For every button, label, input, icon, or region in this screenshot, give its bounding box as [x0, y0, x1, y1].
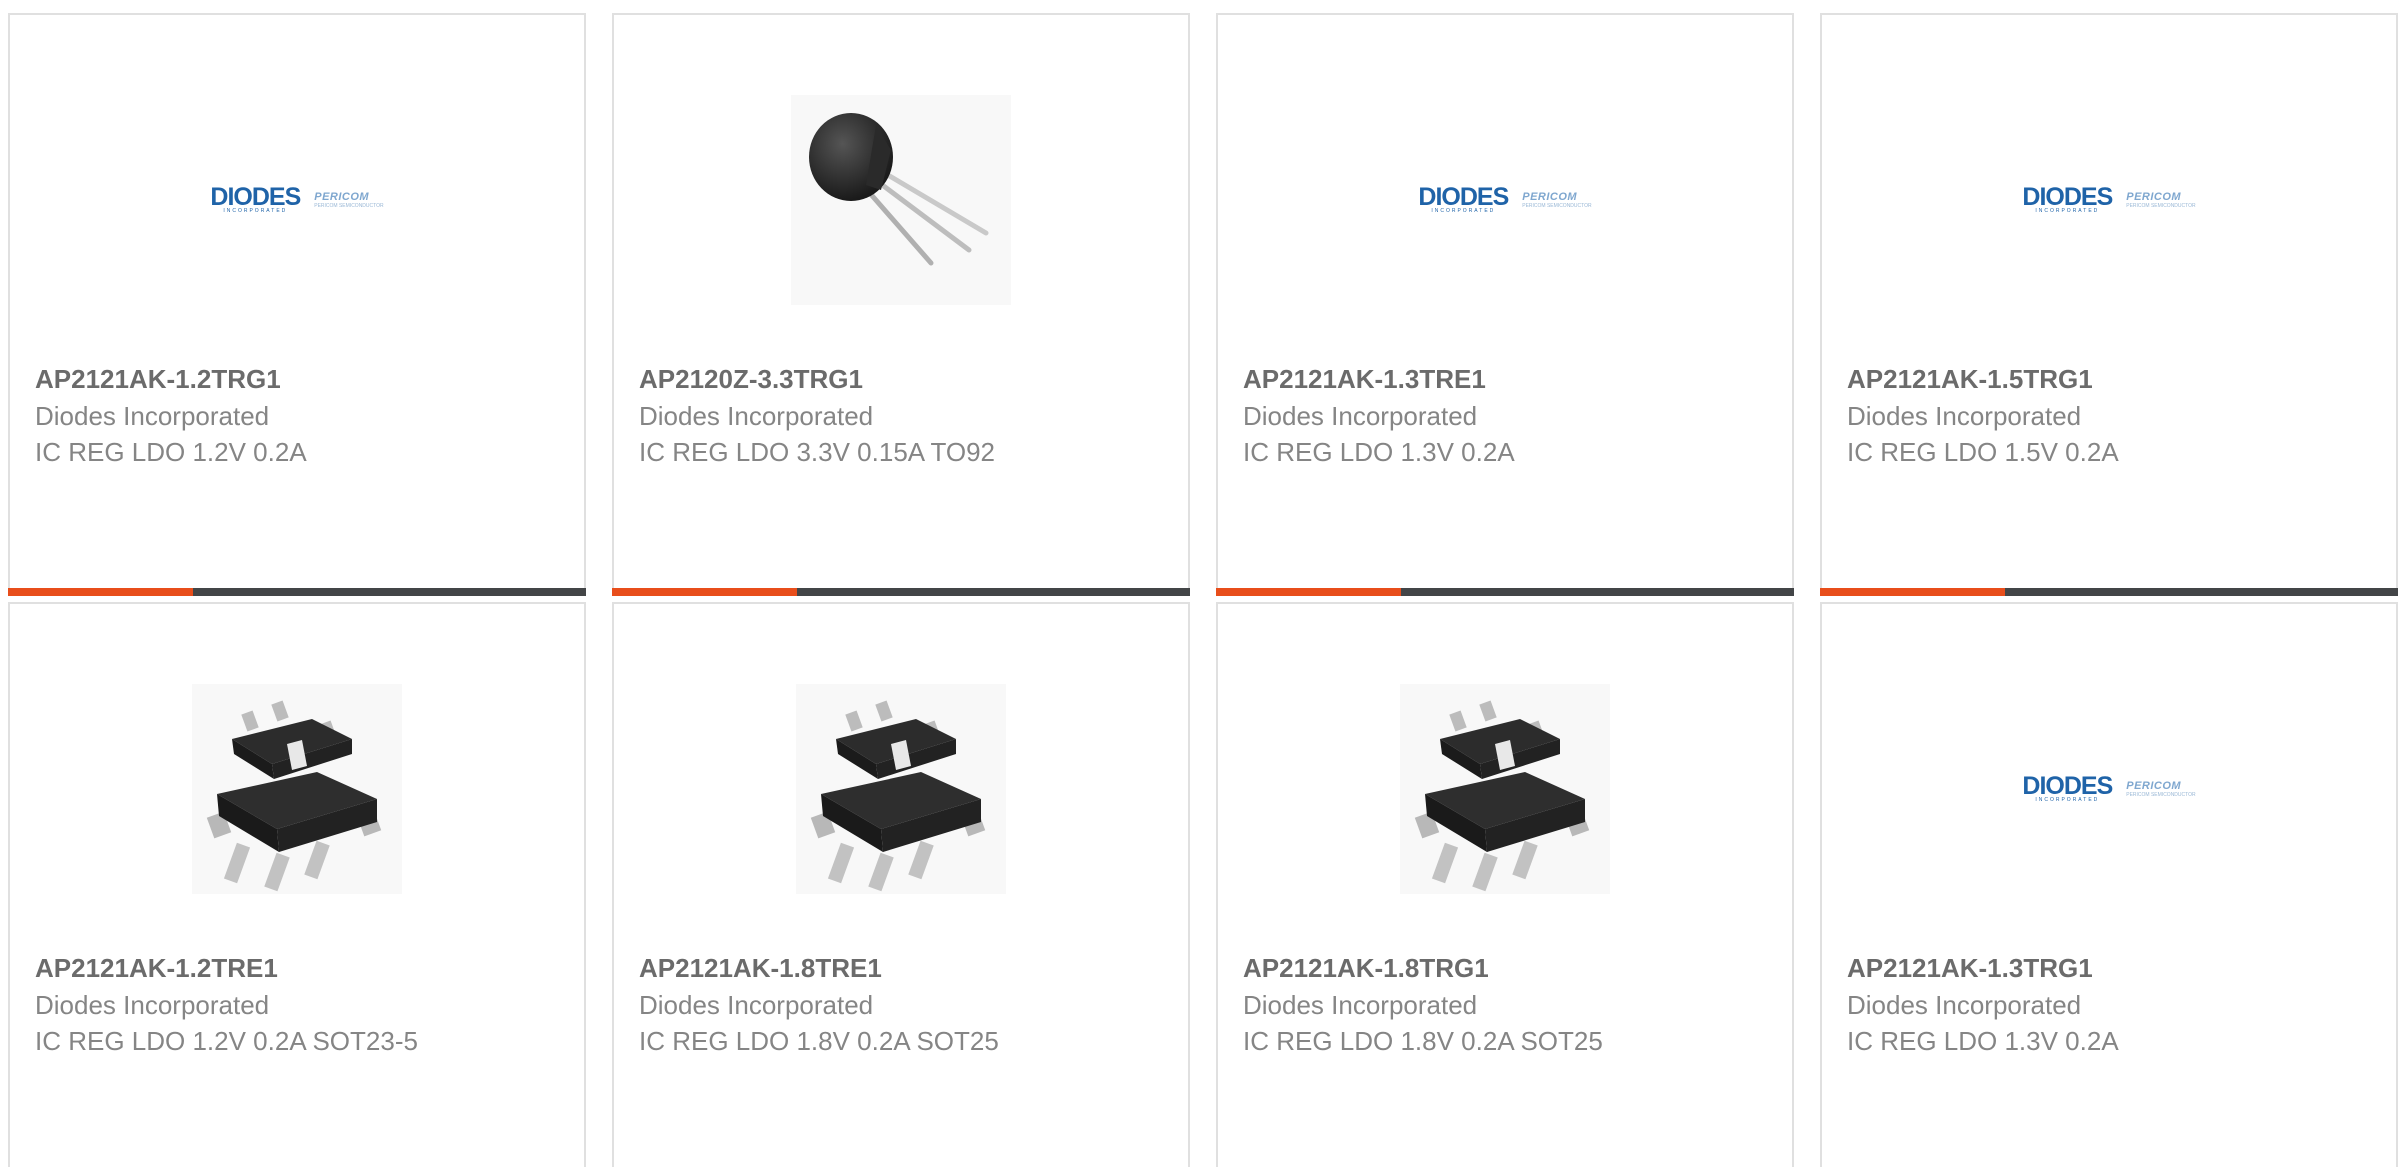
description: IC REG LDO 1.8V 0.2A SOT25 — [639, 1026, 999, 1056]
product-image — [614, 674, 1188, 904]
part-number[interactable]: AP2121AK-1.3TRG1 — [1847, 949, 2376, 987]
product-card[interactable]: DIODES INCORPORATED PERICOM PERICOM SEMICO… — [8, 13, 586, 596]
description: IC REG LDO 1.3V 0.2A — [1243, 437, 1515, 467]
product-image: DIODES INCORPORATED PERICOM PERICOM SEMICO… — [1218, 85, 1792, 315]
manufacturer: Diodes Incorporated — [35, 990, 270, 1020]
part-number[interactable]: AP2121AK-1.8TRG1 — [1243, 949, 1772, 987]
sot23-package-icon — [192, 684, 402, 894]
manufacturer: Diodes Incorporated — [639, 401, 874, 431]
part-number[interactable]: AP2121AK-1.2TRE1 — [35, 949, 564, 987]
product-card[interactable]: AP2121AK-1.8TRG1 Diodes Incorporated IC … — [1216, 602, 1794, 1167]
part-number[interactable]: AP2120Z-3.3TRG1 — [639, 360, 1168, 398]
card-footer-bar — [1820, 588, 2398, 596]
part-number[interactable]: AP2121AK-1.3TRE1 — [1243, 360, 1772, 398]
manufacturer: Diodes Incorporated — [1847, 401, 2082, 431]
card-footer-bar — [612, 588, 1190, 596]
description: IC REG LDO 1.8V 0.2A SOT25 — [1243, 1026, 1603, 1056]
diodes-logo-icon: DIODES INCORPORATED PERICOM PERICOM SEMICO… — [2022, 772, 2196, 804]
diodes-logo-icon: DIODES INCORPORATED PERICOM PERICOM SEMICO… — [210, 183, 384, 215]
product-image — [1218, 674, 1792, 904]
part-number[interactable]: AP2121AK-1.8TRE1 — [639, 949, 1168, 987]
product-card[interactable]: DIODES INCORPORATED PERICOM PERICOM SEMICO… — [1820, 13, 2398, 596]
manufacturer: Diodes Incorporated — [1243, 990, 1478, 1020]
product-image: DIODES INCORPORATED PERICOM PERICOM SEMICO… — [1822, 85, 2396, 315]
sot23-package-icon — [796, 684, 1006, 894]
product-image: DIODES INCORPORATED PERICOM PERICOM SEMICO… — [10, 85, 584, 315]
manufacturer: Diodes Incorporated — [1847, 990, 2082, 1020]
diodes-logo-icon: DIODES INCORPORATED PERICOM PERICOM SEMICO… — [2022, 183, 2196, 215]
product-card[interactable]: DIODES INCORPORATED PERICOM PERICOM SEMICO… — [1820, 602, 2398, 1167]
description: IC REG LDO 1.5V 0.2A — [1847, 437, 2119, 467]
product-image — [10, 674, 584, 904]
manufacturer: Diodes Incorporated — [35, 401, 270, 431]
product-card[interactable]: AP2121AK-1.2TRE1 Diodes Incorporated IC … — [8, 602, 586, 1167]
product-grid: DIODES INCORPORATED PERICOM PERICOM SEMICO… — [0, 0, 2400, 1167]
manufacturer: Diodes Incorporated — [1243, 401, 1478, 431]
part-number[interactable]: AP2121AK-1.2TRG1 — [35, 360, 564, 398]
product-image: DIODES INCORPORATED PERICOM PERICOM SEMICO… — [1822, 674, 2396, 904]
product-image — [614, 85, 1188, 315]
to92-package-icon — [791, 95, 1011, 305]
manufacturer: Diodes Incorporated — [639, 990, 874, 1020]
description: IC REG LDO 1.2V 0.2A — [35, 437, 307, 467]
description: IC REG LDO 1.2V 0.2A SOT23-5 — [35, 1026, 418, 1056]
part-number[interactable]: AP2121AK-1.5TRG1 — [1847, 360, 2376, 398]
product-card[interactable]: AP2120Z-3.3TRG1 Diodes Incorporated IC R… — [612, 13, 1190, 596]
description: IC REG LDO 3.3V 0.15A TO92 — [639, 437, 996, 467]
description: IC REG LDO 1.3V 0.2A — [1847, 1026, 2119, 1056]
card-footer-bar — [1216, 588, 1794, 596]
sot23-package-icon — [1400, 684, 1610, 894]
diodes-logo-icon: DIODES INCORPORATED PERICOM PERICOM SEMICO… — [1418, 183, 1592, 215]
product-card[interactable]: DIODES INCORPORATED PERICOM PERICOM SEMICO… — [1216, 13, 1794, 596]
card-footer-bar — [8, 588, 586, 596]
product-card[interactable]: AP2121AK-1.8TRE1 Diodes Incorporated IC … — [612, 602, 1190, 1167]
